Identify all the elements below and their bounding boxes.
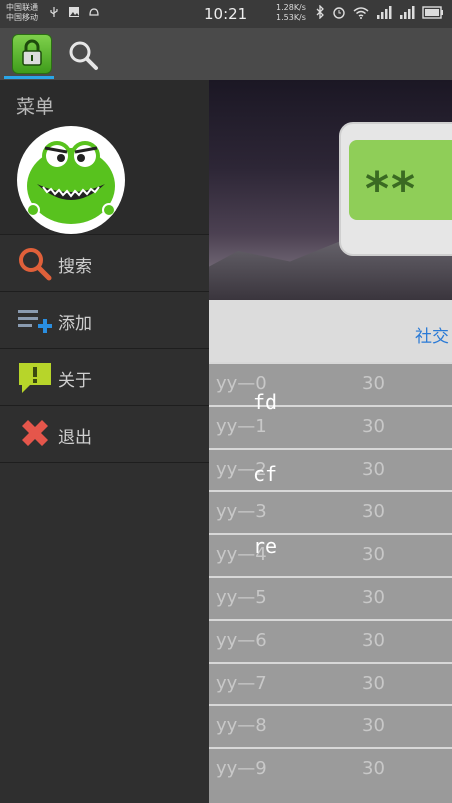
drawer-item-search[interactable]: 搜索 — [0, 235, 209, 292]
list-item-name: yy—5 — [216, 587, 267, 608]
info-icon — [19, 363, 51, 393]
usb-icon — [50, 7, 58, 17]
battery-icon — [422, 5, 443, 19]
list-item-value: 30 — [362, 458, 385, 480]
add-list-icon — [18, 310, 52, 333]
bluetooth-icon — [316, 5, 324, 19]
exit-icon — [22, 420, 48, 446]
list-item-name: yy—3 — [216, 501, 267, 523]
carrier-1: 中国联通 — [6, 3, 38, 12]
status-bar: 中国联通 中国移动 10:21 1.28K/s 1.53K/s — [0, 0, 452, 28]
banner-image: ** — [209, 80, 452, 300]
clock: 10:21 — [204, 5, 248, 23]
overlay-text-1: fd — [253, 390, 278, 414]
frog-avatar-icon — [26, 141, 116, 224]
avatar[interactable] — [17, 126, 125, 234]
list-item-name: yy—9 — [216, 758, 267, 780]
network-speed: 1.28K/s 1.53K/s — [276, 3, 306, 23]
list-item-value: 30 — [362, 415, 385, 437]
drawer-title: 菜单 — [16, 96, 55, 118]
carrier-2: 中国移动 — [6, 13, 38, 22]
lock-icon — [22, 39, 42, 66]
drawer-item-label: 退出 — [58, 428, 92, 448]
password-stars: ** — [365, 162, 418, 216]
list-item[interactable]: yy—6 30 — [209, 618, 452, 662]
image-icon — [69, 7, 79, 17]
drawer-item-add[interactable]: 添加 — [0, 292, 209, 349]
drawer-item-label: 关于 — [58, 371, 92, 391]
list-item[interactable]: yy—1 30 — [209, 404, 452, 448]
list-item-value: 30 — [362, 373, 385, 394]
list-item-name: yy—1 — [216, 415, 267, 437]
list-item[interactable]: yy—5 30 — [209, 576, 452, 619]
list-item[interactable]: yy—7 30 — [209, 661, 452, 705]
search-icon — [19, 248, 52, 281]
password-card-graphic: ** — [339, 122, 452, 256]
drawer-item-about[interactable]: 关于 — [0, 349, 209, 406]
list-item-value: 30 — [362, 715, 385, 737]
list-item[interactable]: yy—0 30 — [209, 362, 452, 405]
carrier-info: 中国联通 中国移动 — [6, 3, 38, 23]
list-item-name: yy—8 — [216, 715, 267, 737]
speed-up: 1.28K/s — [276, 3, 306, 12]
drawer-item-label: 搜索 — [58, 257, 92, 277]
action-bar — [0, 28, 452, 80]
list-item-value: 30 — [362, 758, 385, 780]
tab-social[interactable]: 社交 — [415, 322, 449, 347]
drawer-item-exit[interactable]: 退出 — [0, 406, 209, 463]
overlay-text-3: re — [253, 534, 278, 558]
list-item-value: 30 — [362, 544, 385, 566]
password-card-screen: ** — [349, 140, 452, 220]
drawer-header: 菜单 — [0, 80, 209, 235]
signal-icon-2 — [400, 5, 415, 19]
list-item-name: yy—6 — [216, 629, 267, 651]
navigation-drawer: 菜单 搜索 添加 关于 退出 — [0, 80, 209, 803]
list-item[interactable]: yy—9 30 — [209, 747, 452, 791]
notification-icons — [48, 6, 100, 18]
drawer-item-label: 添加 — [58, 314, 92, 334]
list-item[interactable]: yy—4 30 — [209, 533, 452, 577]
list-item[interactable]: yy—2 30 — [209, 447, 452, 491]
app-icon-indicator — [4, 76, 54, 79]
list-item-value: 30 — [362, 672, 385, 694]
system-icons — [315, 5, 444, 19]
overlay-text-2: cf — [253, 462, 278, 486]
alarm-icon — [333, 7, 345, 19]
speed-down: 1.53K/s — [276, 13, 306, 22]
list-item[interactable]: yy—3 30 — [209, 490, 452, 534]
list-item-value: 30 — [362, 501, 385, 523]
main-content: ** 社交 yy—0 30 yy—1 30 yy—2 30 yy—3 30 yy—4 30 yy—5… — [209, 80, 452, 803]
search-button[interactable] — [66, 38, 100, 72]
android-icon — [89, 8, 99, 16]
list-item-value: 30 — [362, 587, 385, 608]
list-item-value: 30 — [362, 629, 385, 651]
app-lock-icon[interactable] — [12, 34, 52, 74]
wifi-icon — [353, 6, 369, 19]
list-item-name: yy—7 — [216, 672, 267, 694]
tab-bar[interactable]: 社交 — [209, 300, 452, 364]
list-item[interactable]: yy—8 30 — [209, 704, 452, 748]
signal-icon-1 — [377, 5, 392, 19]
